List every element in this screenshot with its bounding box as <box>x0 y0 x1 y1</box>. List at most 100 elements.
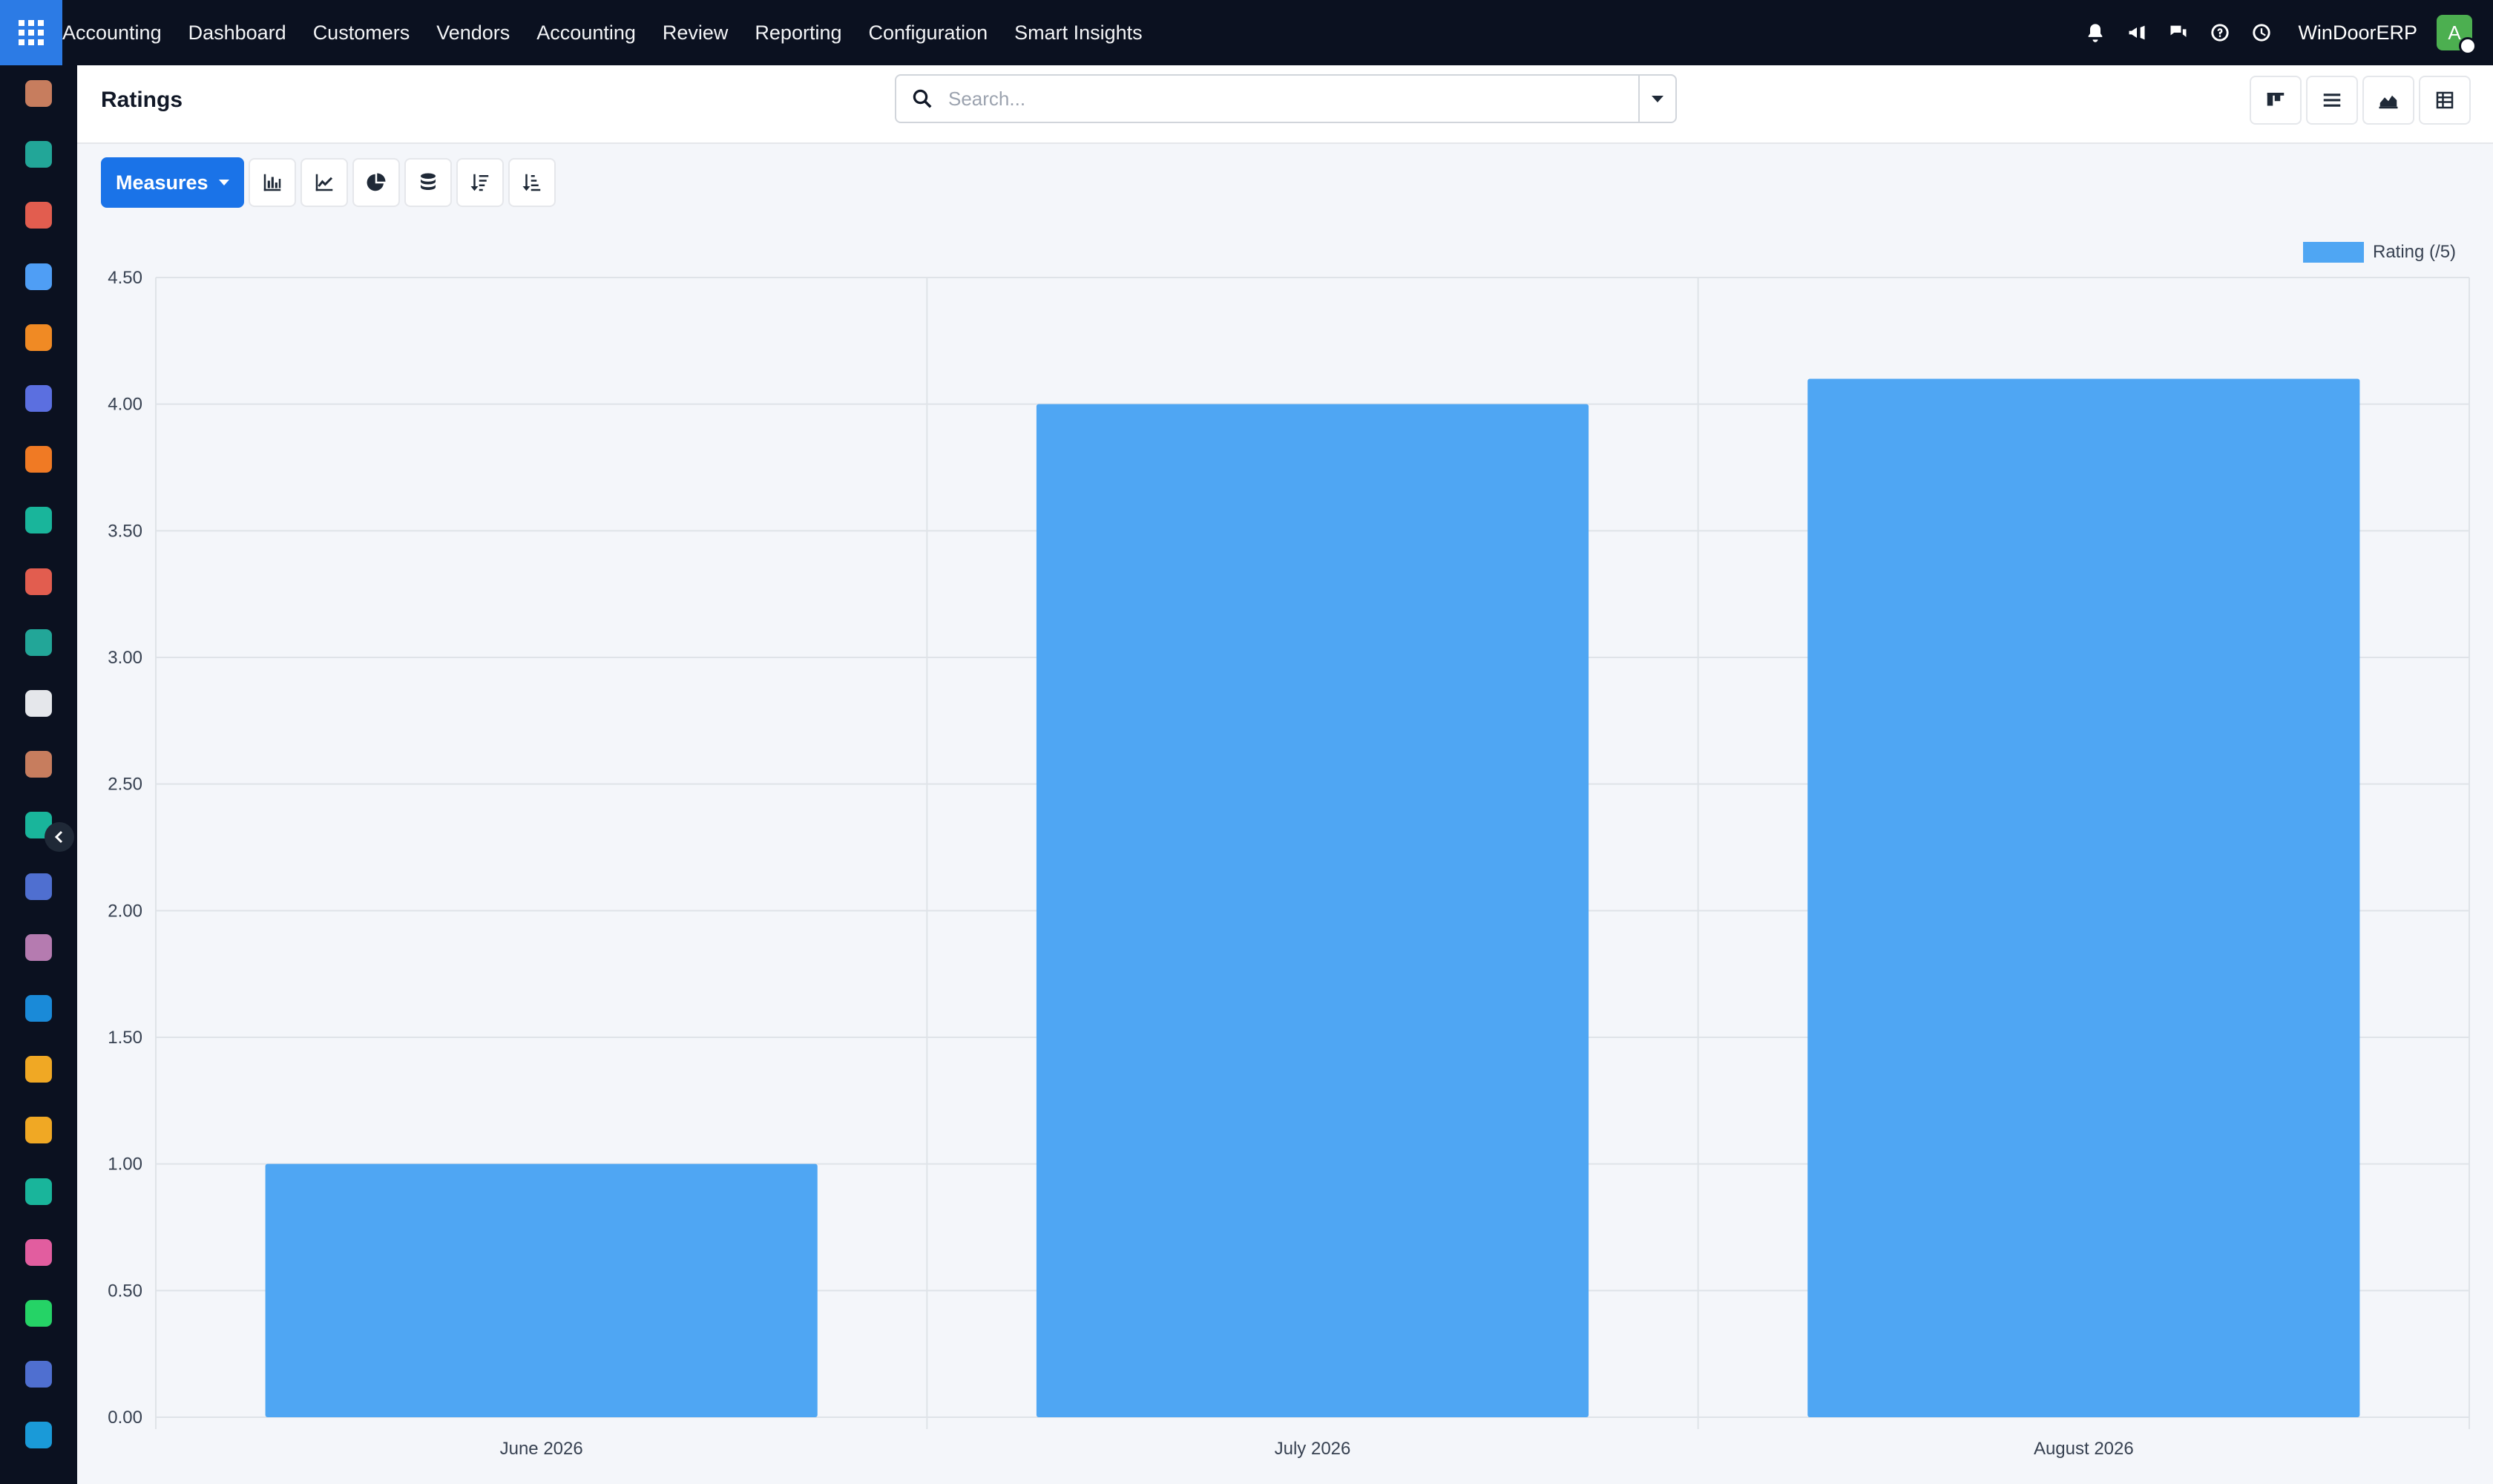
bar-chart-icon <box>263 174 280 191</box>
bar[interactable] <box>1036 404 1589 1417</box>
y-tick-label: 0.00 <box>108 1408 142 1428</box>
systray: WinDoorERP A <box>2084 0 2477 65</box>
sort-descending-icon <box>470 174 488 191</box>
main-menu: Accounting Dashboard Customers Vendors A… <box>62 0 1156 65</box>
menu-item-vendors[interactable]: Vendors <box>423 0 523 65</box>
stacked-icon <box>420 173 436 190</box>
menu-item-dashboard[interactable]: Dashboard <box>175 0 300 65</box>
inventory-icon[interactable] <box>25 690 52 717</box>
chevron-left-icon <box>54 830 63 844</box>
collapse-sidebar-button[interactable] <box>45 822 74 852</box>
dashboard-app-icon[interactable] <box>25 1239 52 1266</box>
pie-app-icon[interactable] <box>25 263 52 290</box>
top-navbar: Accounting Dashboard Customers Vendors A… <box>0 0 2493 65</box>
view-switcher <box>2250 76 2471 125</box>
graph-toolbar: Measures <box>101 157 556 208</box>
chat-icon[interactable] <box>2167 22 2190 44</box>
bar-chart-button[interactable] <box>248 158 296 207</box>
invoice-app-icon[interactable] <box>25 995 52 1022</box>
y-tick-label: 0.50 <box>108 1281 142 1301</box>
line-chart-icon <box>315 174 332 191</box>
list-view-button[interactable] <box>2306 76 2358 125</box>
menu-item-accounting[interactable]: Accounting <box>523 0 649 65</box>
x-tick-label: July 2026 <box>1275 1439 1351 1459</box>
pivot-view-button[interactable] <box>2419 76 2471 125</box>
clock-icon[interactable] <box>2250 22 2273 44</box>
avatar-letter: A <box>2448 21 2461 44</box>
menu-item-reporting[interactable]: Reporting <box>741 0 855 65</box>
chat-bubble-icon[interactable] <box>25 324 52 351</box>
y-tick-label: 4.50 <box>108 268 142 288</box>
y-tick-label: 1.00 <box>108 1155 142 1175</box>
whatsapp-icon[interactable] <box>25 1300 52 1327</box>
sign-app-icon[interactable] <box>25 507 52 533</box>
kanban-view-button[interactable] <box>2250 76 2302 125</box>
apps-menu-button[interactable] <box>0 0 62 65</box>
box-app-icon[interactable] <box>25 934 52 961</box>
y-tick-label: 2.00 <box>108 901 142 921</box>
search-icon <box>896 76 948 122</box>
x-tick-label: August 2026 <box>2034 1439 2134 1459</box>
app-sidebar <box>0 65 77 1484</box>
mail-app-icon[interactable] <box>25 385 52 412</box>
search-input[interactable] <box>948 76 1638 121</box>
bar-chart: 0.00 0.50 1.00 1.50 2.00 2.50 3.00 3.50 4.00 4.50… <box>108 268 2470 1459</box>
knowledge-icon[interactable] <box>25 873 52 900</box>
pie-chart-icon <box>367 173 386 191</box>
stats-app-icon[interactable] <box>25 568 52 595</box>
bar[interactable] <box>1807 378 2360 1417</box>
control-panel: Ratings <box>77 65 2493 144</box>
graph-view-button[interactable] <box>2362 76 2414 125</box>
line-chart-button[interactable] <box>300 158 348 207</box>
menu-item-configuration[interactable]: Configuration <box>855 0 1002 65</box>
megaphone-icon[interactable] <box>2126 22 2148 44</box>
legend-label: Rating (/5) <box>2373 242 2457 262</box>
pen-app-icon[interactable] <box>25 1178 52 1205</box>
chart-area: 0.00 0.50 1.00 1.50 2.00 2.50 3.00 3.50 4.00 4.50… <box>77 223 2493 1484</box>
search-box <box>895 74 1677 123</box>
menu-item-review[interactable]: Review <box>649 0 742 65</box>
measures-label: Measures <box>116 171 208 194</box>
employees-icon[interactable] <box>25 629 52 656</box>
y-tick-label: 1.50 <box>108 1028 142 1048</box>
y-tick-label: 3.50 <box>108 521 142 541</box>
bar-chart-app-icon[interactable] <box>25 202 52 229</box>
y-tick-label: 3.00 <box>108 648 142 668</box>
search-options-toggle[interactable] <box>1638 76 1675 122</box>
y-tick-label: 2.50 <box>108 775 142 795</box>
timer-app-icon[interactable] <box>25 1361 52 1388</box>
legend-swatch <box>2303 242 2364 263</box>
app-icon-1[interactable] <box>25 80 52 107</box>
bar[interactable] <box>265 1163 818 1417</box>
sort-ascending-button[interactable] <box>508 158 556 207</box>
menu-brand[interactable]: Accounting <box>62 0 175 65</box>
presence-dot <box>2459 37 2477 55</box>
menu-item-smart-insights[interactable]: Smart Insights <box>1001 0 1156 65</box>
help-icon[interactable] <box>2209 22 2231 44</box>
sort-descending-button[interactable] <box>456 158 504 207</box>
livechat-icon[interactable] <box>25 446 52 473</box>
pivot-view-icon <box>2436 91 2454 109</box>
bell-icon[interactable] <box>2084 22 2106 44</box>
sort-ascending-icon <box>522 174 540 191</box>
chart-legend[interactable]: Rating (/5) <box>2303 242 2456 263</box>
company-name[interactable]: WinDoorERP <box>2298 22 2417 45</box>
caret-down-icon <box>1652 95 1663 102</box>
avatar[interactable]: A <box>2437 15 2477 55</box>
measures-button[interactable]: Measures <box>101 157 244 208</box>
discuss-app-icon[interactable] <box>25 1422 52 1448</box>
y-tick-label: 4.00 <box>108 395 142 415</box>
grid-icon <box>19 20 44 45</box>
page-title: Ratings <box>101 88 183 112</box>
kanban-view-icon <box>2267 93 2285 106</box>
x-tick-label: June 2026 <box>500 1439 583 1459</box>
pie-chart-button[interactable] <box>352 158 400 207</box>
stacked-button[interactable] <box>404 158 452 207</box>
list-view-icon <box>2323 93 2341 107</box>
contacts-icon[interactable] <box>25 141 52 168</box>
team-app-icon[interactable] <box>25 1056 52 1083</box>
menu-item-customers[interactable]: Customers <box>300 0 424 65</box>
caret-down-icon <box>218 180 229 186</box>
app-icon-2[interactable] <box>25 751 52 778</box>
calendar-app-icon[interactable] <box>25 1117 52 1143</box>
